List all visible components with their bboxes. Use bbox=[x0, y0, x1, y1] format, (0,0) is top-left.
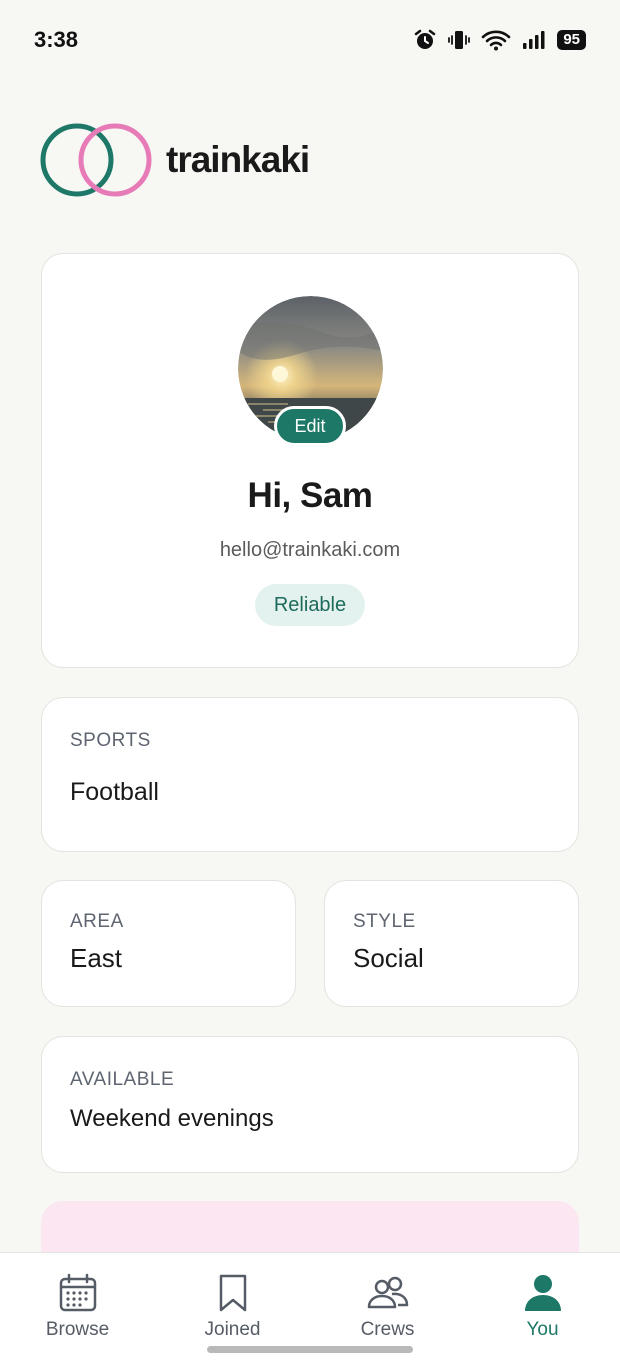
signal-icon bbox=[523, 31, 545, 49]
availability-label: AVAILABLE bbox=[70, 1069, 175, 1090]
sports-card[interactable]: SPORTS Football bbox=[41, 697, 579, 852]
status-time: 3:38 bbox=[34, 27, 79, 52]
status-badge: Reliable bbox=[255, 584, 365, 626]
availability-card[interactable]: AVAILABLE Weekend evenings bbox=[41, 1036, 579, 1173]
nav-browse[interactable]: Browse bbox=[0, 1253, 155, 1365]
nav-you[interactable]: You bbox=[465, 1253, 620, 1365]
nav-joined-label: Joined bbox=[204, 1319, 261, 1340]
status-bar: 3:38 95 bbox=[0, 0, 620, 80]
people-icon bbox=[367, 1276, 408, 1309]
area-card[interactable]: AREA East bbox=[41, 880, 296, 1007]
rings-logo-icon bbox=[40, 123, 152, 197]
status-icons: 95 bbox=[413, 28, 586, 52]
wifi-icon bbox=[482, 30, 511, 51]
area-value: East bbox=[70, 943, 123, 973]
alarm-icon bbox=[415, 29, 436, 49]
home-indicator[interactable] bbox=[207, 1346, 413, 1353]
avatar[interactable]: Edit bbox=[238, 296, 383, 446]
area-label: AREA bbox=[70, 911, 124, 932]
sports-value: Football bbox=[70, 778, 159, 806]
edit-avatar-button[interactable]: Edit bbox=[274, 406, 346, 446]
availability-value: Weekend evenings bbox=[70, 1105, 274, 1132]
profile-card: Edit Hi, Sam hello@trainkaki.com Reliabl… bbox=[41, 253, 579, 668]
sports-label: SPORTS bbox=[70, 730, 151, 751]
brand-name: trainkaki bbox=[166, 139, 310, 180]
nav-crews-label: Crews bbox=[360, 1319, 415, 1340]
style-label: STYLE bbox=[353, 911, 416, 932]
bookmark-icon bbox=[219, 1274, 246, 1312]
vibrate-icon bbox=[448, 31, 471, 49]
calendar-icon bbox=[59, 1273, 96, 1312]
style-value: Social bbox=[353, 943, 424, 973]
battery-icon: 95 bbox=[557, 30, 586, 50]
nav-browse-label: Browse bbox=[45, 1319, 110, 1340]
app-logo: trainkaki bbox=[40, 120, 310, 200]
nav-you-label: You bbox=[526, 1319, 559, 1340]
style-card[interactable]: STYLE Social bbox=[324, 880, 579, 1007]
person-icon bbox=[524, 1275, 561, 1311]
user-email: hello@trainkaki.com bbox=[219, 539, 401, 561]
greeting: Hi, Sam bbox=[247, 476, 373, 515]
